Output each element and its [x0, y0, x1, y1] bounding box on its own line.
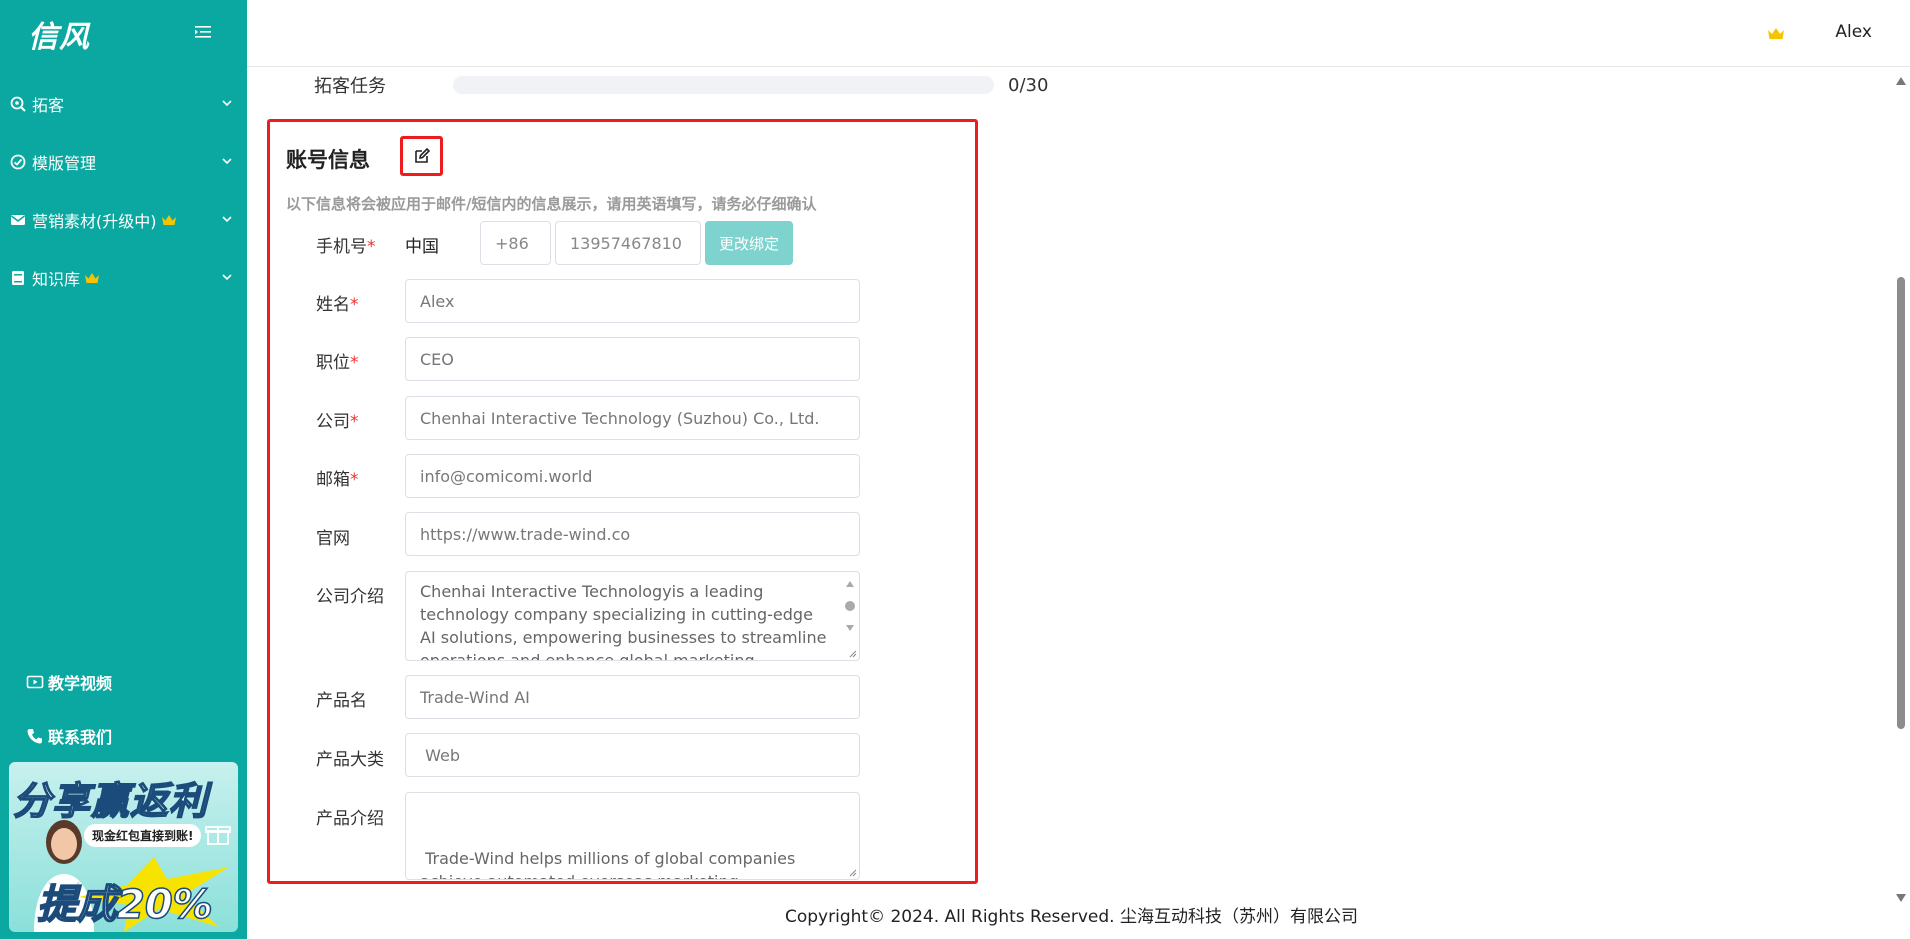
phone-number-input[interactable]: 13957467810 — [555, 221, 701, 265]
resize-handle-icon[interactable] — [847, 648, 857, 658]
resize-handle-icon[interactable] — [847, 867, 857, 877]
product-intro-textarea[interactable]: Trade-Wind helps millions of global comp… — [405, 792, 860, 880]
scroll-up-arrow-icon[interactable] — [1896, 77, 1906, 85]
chevron-down-icon — [222, 158, 232, 165]
sidebar-item-tuoke[interactable]: 拓客 — [0, 75, 247, 133]
scroll-down-arrow-icon[interactable] — [1896, 894, 1906, 902]
top-header: Alex — [247, 0, 1910, 67]
tutorial-videos-link[interactable]: 教学视频 — [26, 655, 112, 709]
edit-button[interactable] — [400, 136, 443, 176]
textarea-scrollbar[interactable] — [843, 576, 857, 636]
sidebar-item-knowledge-base[interactable]: 知识库 — [0, 249, 247, 307]
page-scrollbar[interactable] — [1892, 67, 1910, 939]
task-label: 拓客任务 — [314, 76, 386, 97]
name-input[interactable]: Alex — [405, 279, 860, 323]
sidebar-item-templates[interactable]: 模版管理 — [0, 133, 247, 191]
banner-subtitle: 现金红包直接到账! — [84, 824, 202, 847]
phone-code-input[interactable]: +86 — [480, 221, 551, 265]
website-input[interactable]: https://www.trade-wind.co — [405, 512, 860, 556]
required-mark: * — [350, 353, 359, 373]
mail-icon — [10, 212, 26, 228]
product-name-input[interactable]: Trade-Wind AI — [405, 675, 860, 719]
sidebar-item-marketing-materials[interactable]: 营销素材(升级中) — [0, 191, 247, 249]
main-content: 拓客任务 0/30 账号信息 以下信息将会被应用于邮件/短信内的信息展示，请用英… — [247, 67, 1892, 939]
product-intro-label: 产品介绍 — [316, 809, 384, 829]
check-circle-icon — [10, 154, 26, 170]
company-input[interactable]: Chenhai Interactive Technology (Suzhou) … — [405, 396, 860, 440]
required-mark: * — [350, 412, 359, 432]
position-input[interactable]: CEO — [405, 337, 860, 381]
search-target-icon — [10, 96, 26, 112]
position-label: 职位* — [316, 353, 359, 373]
sidebar-item-label: 模版管理 — [32, 154, 97, 173]
crown-icon[interactable] — [1767, 26, 1785, 41]
website-label: 官网 — [316, 529, 350, 549]
chevron-down-icon — [222, 274, 232, 281]
company-intro-label: 公司介绍 — [316, 587, 384, 607]
product-category-label: 产品大类 — [316, 750, 384, 770]
app-logo[interactable]: 信风 — [28, 12, 90, 56]
task-progress-row: 拓客任务 0/30 — [314, 72, 1048, 98]
company-label: 公司* — [316, 412, 359, 432]
task-progress-bar — [453, 76, 994, 94]
crown-icon — [84, 271, 100, 285]
company-intro-text: Chenhai Interactive Technologyis a leadi… — [420, 582, 827, 661]
phone-icon — [26, 727, 44, 745]
product-category-input[interactable]: Web — [405, 733, 860, 777]
collapse-menu-icon[interactable] — [195, 25, 211, 39]
company-intro-textarea[interactable]: Chenhai Interactive Technologyis a leadi… — [405, 571, 860, 661]
video-icon — [26, 673, 44, 691]
contact-us-link[interactable]: 联系我们 — [26, 709, 112, 763]
sidebar-nav: 拓客 模版管理 营销素材(升级中) 知识库 — [0, 75, 247, 307]
book-icon — [10, 270, 26, 286]
scrollbar-thumb[interactable] — [1897, 277, 1905, 729]
logo-row: 信风 — [0, 0, 247, 67]
account-info-section: 账号信息 以下信息将会被应用于邮件/短信内的信息展示，请用英语填写，请务必仔细确… — [267, 119, 978, 884]
footer-copyright: Copyright© 2024. All Rights Reserved. 尘海… — [785, 907, 1358, 927]
sidebar-item-label: 营销素材(升级中) — [32, 212, 157, 231]
chevron-down-icon — [222, 100, 232, 107]
phone-country[interactable]: 中国 — [405, 232, 439, 257]
tutorial-videos-label: 教学视频 — [48, 674, 113, 693]
product-name-label: 产品名 — [316, 691, 367, 711]
email-label: 邮箱* — [316, 470, 359, 490]
referral-promo-banner[interactable]: 分享赢返利 现金红包直接到账! 提成20% — [9, 762, 238, 932]
account-info-title: 账号信息 — [286, 148, 370, 172]
account-info-hint: 以下信息将会被应用于邮件/短信内的信息展示，请用英语填写，请务必仔细确认 — [286, 195, 817, 213]
sidebar-item-label: 拓客 — [32, 96, 65, 115]
sidebar-bottom-links: 教学视频 联系我们 — [26, 655, 112, 763]
user-name[interactable]: Alex — [1835, 22, 1872, 42]
sidebar-item-label: 知识库 — [32, 270, 81, 289]
required-mark: * — [350, 295, 359, 315]
required-mark: * — [350, 470, 359, 490]
banner-title: 分享赢返利 — [12, 778, 209, 824]
name-label: 姓名* — [316, 295, 359, 315]
required-mark: * — [367, 237, 376, 257]
banner-commission: 提成20% — [36, 881, 213, 929]
phone-label: 手机号* — [316, 237, 376, 257]
contact-us-label: 联系我们 — [48, 728, 113, 747]
crown-icon — [161, 213, 177, 227]
task-value: 0/30 — [1008, 74, 1049, 96]
edit-icon — [414, 148, 430, 163]
sidebar: 信风 拓客 模版管理 营销素材(升级中) 知识库 教学视频 联系我们 分享赢返利… — [0, 0, 247, 939]
email-input[interactable]: info@comicomi.world — [405, 454, 860, 498]
rebind-phone-button[interactable]: 更改绑定 — [705, 221, 793, 265]
gift-icon — [205, 826, 231, 845]
product-intro-text: Trade-Wind helps millions of global comp… — [420, 849, 796, 879]
chevron-down-icon — [222, 216, 232, 223]
